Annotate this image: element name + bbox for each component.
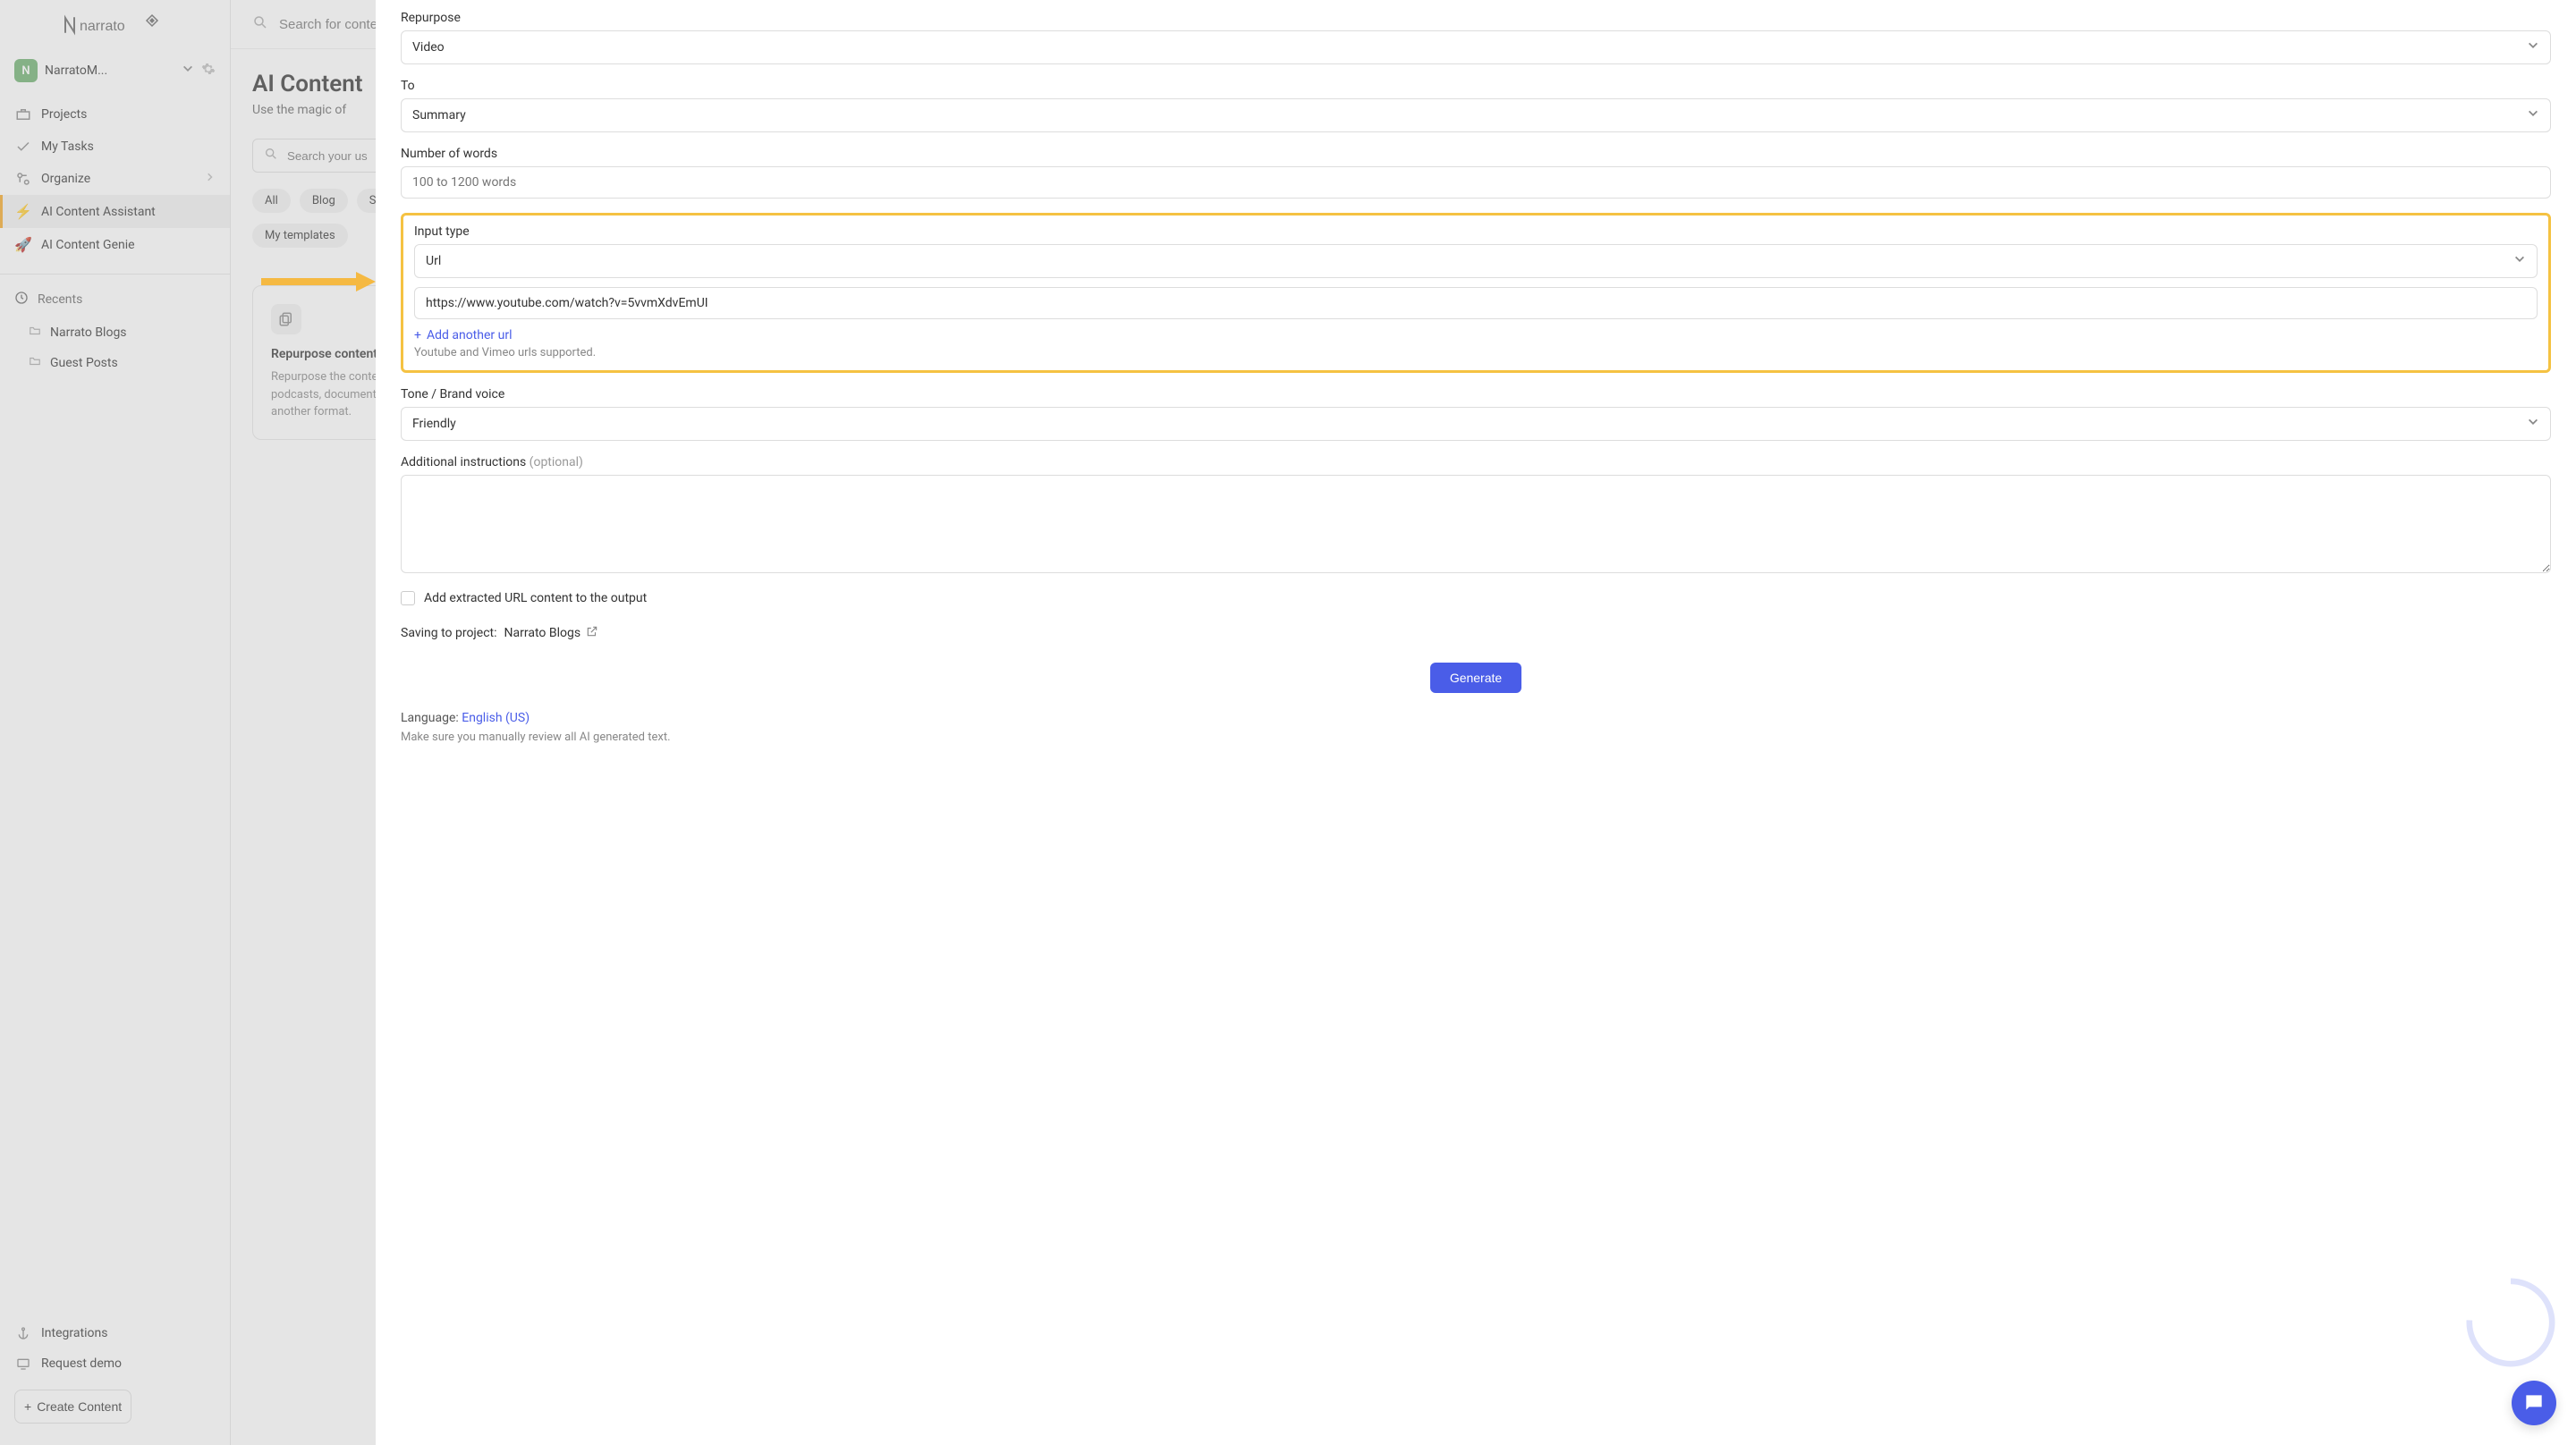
- nav-label: Request demo: [41, 1356, 122, 1371]
- divider: [0, 274, 230, 275]
- nav-label: AI Content Assistant: [41, 205, 156, 219]
- recent-narrato-blogs[interactable]: Narrato Blogs: [0, 317, 230, 348]
- language-prefix: Language:: [401, 711, 459, 725]
- input-type-label: Input type: [414, 224, 2538, 239]
- sidebar: narrato N NarratoM... Projects: [0, 0, 231, 1445]
- main-nav: Projects My Tasks Organize ⚡ AI Content …: [0, 93, 230, 266]
- recent-label: Narrato Blogs: [50, 325, 127, 340]
- words-input[interactable]: [401, 166, 2551, 199]
- search-icon: [264, 147, 278, 165]
- nav-ai-content-assistant[interactable]: ⚡ AI Content Assistant: [0, 195, 230, 228]
- url-input[interactable]: [414, 287, 2538, 319]
- nav-label: Projects: [41, 107, 87, 122]
- recents-header: Recents: [0, 282, 230, 317]
- workspace-switcher[interactable]: N NarratoM...: [0, 55, 230, 93]
- rocket-icon: 🚀: [14, 236, 32, 253]
- screen-icon: [14, 1356, 32, 1371]
- chevron-down-icon: [2513, 253, 2526, 269]
- briefcase-icon: [14, 106, 32, 123]
- url-hint: Youtube and Vimeo urls supported.: [414, 346, 2538, 359]
- create-content-button[interactable]: + Create Content: [14, 1390, 131, 1424]
- recents-label: Recents: [38, 292, 82, 307]
- plus-icon: +: [24, 1399, 31, 1414]
- tone-value: Friendly: [412, 417, 456, 431]
- nav-label: AI Content Genie: [41, 238, 135, 252]
- additional-textarea[interactable]: [401, 475, 2551, 573]
- organize-icon: [14, 171, 32, 187]
- copy-icon: [271, 304, 301, 334]
- nav-label: My Tasks: [41, 139, 94, 154]
- recent-guest-posts[interactable]: Guest Posts: [0, 348, 230, 378]
- folder-icon: [29, 355, 41, 371]
- language-link[interactable]: English (US): [462, 711, 530, 725]
- to-select[interactable]: Summary: [401, 98, 2551, 132]
- chat-fab[interactable]: [2512, 1381, 2556, 1425]
- clock-icon: [14, 291, 29, 308]
- saving-project-name: Narrato Blogs: [504, 626, 581, 640]
- disclaimer-text: Make sure you manually review all AI gen…: [401, 731, 2551, 744]
- lightning-icon: ⚡: [14, 203, 32, 220]
- workspace-badge: N: [14, 59, 38, 82]
- narrato-logo: narrato: [62, 11, 169, 39]
- nav-request-demo[interactable]: Request demo: [0, 1348, 230, 1379]
- to-label: To: [401, 79, 2551, 93]
- nav-label: Integrations: [41, 1326, 107, 1340]
- workspace-name: NarratoM...: [45, 63, 174, 78]
- chevron-down-icon: [2527, 39, 2539, 55]
- words-label: Number of words: [401, 147, 2551, 161]
- nav-organize[interactable]: Organize: [0, 163, 230, 195]
- nav-ai-content-genie[interactable]: 🚀 AI Content Genie: [0, 228, 230, 261]
- gear-icon[interactable]: [201, 62, 216, 80]
- input-type-select[interactable]: Url: [414, 244, 2538, 278]
- repurpose-select[interactable]: Video: [401, 30, 2551, 64]
- plus-icon: +: [414, 328, 421, 342]
- additional-label: Additional instructions (optional): [401, 455, 2551, 469]
- add-another-url-link[interactable]: + Add another url: [414, 328, 2538, 342]
- annotation-arrow-icon: [259, 270, 376, 293]
- tone-label: Tone / Brand voice: [401, 387, 2551, 401]
- search-icon: [252, 14, 268, 34]
- folder-icon: [29, 325, 41, 341]
- chevron-down-icon[interactable]: [182, 63, 194, 79]
- to-value: Summary: [412, 108, 466, 123]
- nav-projects[interactable]: Projects: [0, 98, 230, 131]
- repurpose-value: Video: [412, 40, 445, 55]
- generate-button[interactable]: Generate: [1430, 663, 1521, 693]
- external-link-icon: [586, 625, 598, 641]
- input-type-highlight: Input type Url + Add another url Youtube…: [401, 213, 2551, 373]
- extract-checkbox[interactable]: [401, 591, 415, 605]
- chevron-down-icon: [2527, 107, 2539, 123]
- svg-text:narrato: narrato: [80, 19, 125, 34]
- pill-all[interactable]: All: [252, 189, 291, 213]
- input-type-value: Url: [426, 254, 441, 268]
- saving-project-link[interactable]: Narrato Blogs: [504, 625, 599, 641]
- form-panel: Repurpose Video To Summary Number of wor…: [376, 0, 2576, 1445]
- extract-label: Add extracted URL content to the output: [424, 591, 647, 605]
- check-icon: [14, 139, 32, 155]
- saving-label: Saving to project:: [401, 626, 497, 640]
- chat-icon: [2522, 1391, 2546, 1415]
- chevron-down-icon: [2527, 416, 2539, 432]
- pill-blog[interactable]: Blog: [300, 189, 348, 213]
- tone-select[interactable]: Friendly: [401, 407, 2551, 441]
- nav-integrations[interactable]: Integrations: [0, 1318, 230, 1348]
- anchor-icon: [14, 1326, 32, 1340]
- chevron-right-icon: [205, 172, 216, 186]
- repurpose-label: Repurpose: [401, 11, 2551, 25]
- logo-area: narrato: [0, 0, 230, 55]
- add-another-label: Add another url: [427, 328, 513, 342]
- pill-my-templates[interactable]: My templates: [252, 224, 348, 248]
- create-label: Create Content: [37, 1399, 122, 1414]
- nav-my-tasks[interactable]: My Tasks: [0, 131, 230, 163]
- recent-label: Guest Posts: [50, 356, 118, 370]
- nav-label: Organize: [41, 172, 90, 186]
